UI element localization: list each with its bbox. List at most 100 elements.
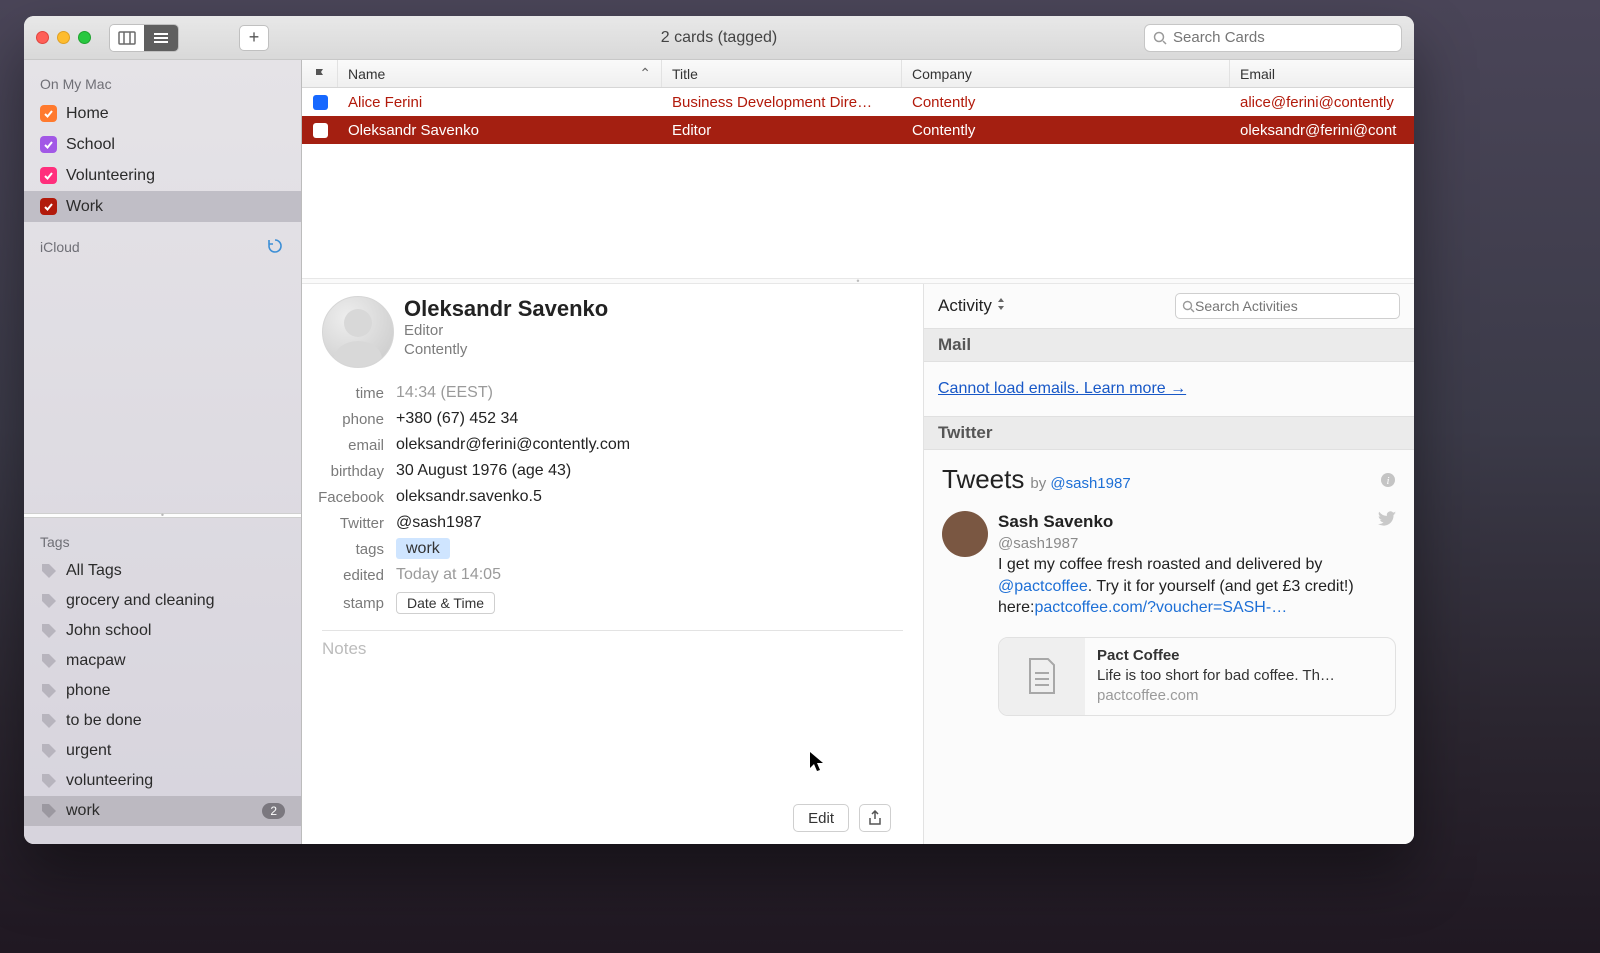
sidebar-item-label: Volunteering xyxy=(66,167,155,185)
column-flag[interactable] xyxy=(302,60,338,87)
tag-icon xyxy=(40,802,58,820)
view-mode-segmented-control[interactable] xyxy=(109,24,179,52)
plus-icon: + xyxy=(249,27,260,48)
row-flag[interactable] xyxy=(302,123,338,138)
twitter-bird-icon xyxy=(1378,511,1396,534)
sidebar-item-label: Home xyxy=(66,105,109,123)
sidebar-item-home[interactable]: Home xyxy=(24,98,301,129)
tag-volunteering[interactable]: volunteering xyxy=(24,766,301,796)
columns-view-button[interactable] xyxy=(110,25,144,51)
traffic-lights xyxy=(36,31,91,44)
table-row[interactable]: Alice Ferini Business Development Dire… … xyxy=(302,88,1414,116)
row-name: Oleksandr Savenko xyxy=(338,122,662,139)
tag-to-be-done[interactable]: to be done xyxy=(24,706,301,736)
card-tag-chip[interactable]: work xyxy=(396,538,450,559)
updown-icon xyxy=(996,296,1006,316)
tag-count-badge: 2 xyxy=(262,803,285,819)
sidebar-tags-header: Tags xyxy=(24,528,301,556)
tag-icon xyxy=(40,592,58,610)
tag-label: John school xyxy=(66,622,151,640)
link-preview-title: Pact Coffee xyxy=(1097,646,1335,666)
activity-selector[interactable]: Activity xyxy=(938,296,1006,316)
sidebar-item-work[interactable]: Work xyxy=(24,191,301,222)
tweet-url-link[interactable]: pactcoffee.com/?voucher=SASH-… xyxy=(1034,599,1287,616)
notes-placeholder[interactable]: Notes xyxy=(302,639,903,659)
card-company: Contently xyxy=(404,341,608,360)
sidebar: On My Mac Home School Volunteering xyxy=(24,60,302,844)
info-icon[interactable]: i xyxy=(1380,472,1396,491)
checkbox-icon xyxy=(40,136,57,153)
row-company: Contently xyxy=(902,122,1230,139)
search-activities-field[interactable] xyxy=(1175,293,1400,319)
tweet-text: I get my coffee fresh roasted and delive… xyxy=(998,554,1396,619)
search-cards-input[interactable] xyxy=(1173,29,1393,46)
tag-label: All Tags xyxy=(66,562,122,580)
tag-icon xyxy=(40,742,58,760)
tweets-handle-link[interactable]: @sash1987 xyxy=(1050,475,1130,492)
stamp-date-time-button[interactable]: Date & Time xyxy=(396,592,495,614)
tag-label: work xyxy=(66,802,100,820)
tag-all-tags[interactable]: All Tags xyxy=(24,556,301,586)
divider xyxy=(322,630,903,631)
share-icon xyxy=(868,810,882,826)
list-lines-icon xyxy=(152,31,170,45)
field-label: email xyxy=(302,437,384,454)
sidebar-item-volunteering[interactable]: Volunteering xyxy=(24,160,301,191)
tag-icon xyxy=(40,622,58,640)
tweet-mention-link[interactable]: @pactcoffee xyxy=(998,578,1088,595)
activity-section-mail: Mail xyxy=(924,328,1414,362)
search-activities-input[interactable] xyxy=(1195,298,1393,314)
search-cards-field[interactable] xyxy=(1144,24,1402,52)
flag-icon xyxy=(315,68,325,80)
edit-button[interactable]: Edit xyxy=(793,804,849,832)
card-role: Editor xyxy=(404,322,608,341)
search-icon xyxy=(1153,31,1167,45)
field-label: edited xyxy=(302,567,384,584)
tag-work[interactable]: work 2 xyxy=(24,796,301,826)
tag-label: grocery and cleaning xyxy=(66,592,215,610)
tag-grocery[interactable]: grocery and cleaning xyxy=(24,586,301,616)
tag-urgent[interactable]: urgent xyxy=(24,736,301,766)
tag-icon xyxy=(40,682,58,700)
link-preview-card[interactable]: Pact Coffee Life is too short for bad co… xyxy=(998,637,1396,716)
columns-icon xyxy=(118,31,136,45)
list-view-button[interactable] xyxy=(144,25,178,51)
list-header-row: Name⌃ Title Company Email xyxy=(302,60,1414,88)
tweet-avatar xyxy=(942,511,988,557)
window-close-button[interactable] xyxy=(36,31,49,44)
window-minimize-button[interactable] xyxy=(57,31,70,44)
tag-icon xyxy=(40,652,58,670)
column-email[interactable]: Email xyxy=(1230,60,1414,87)
table-row[interactable]: Oleksandr Savenko Editor Contently oleks… xyxy=(302,116,1414,144)
add-card-button[interactable]: + xyxy=(239,25,269,51)
tweets-byline: by @sash1987 xyxy=(1030,475,1130,492)
checkbox-icon xyxy=(40,105,57,122)
titlebar: + 2 cards (tagged) xyxy=(24,16,1414,60)
row-flag[interactable] xyxy=(302,95,338,110)
field-value: @sash1987 xyxy=(396,514,482,532)
mail-error-link[interactable]: Cannot load emails. Learn more → xyxy=(924,362,1414,416)
field-label: time xyxy=(302,385,384,402)
field-value: Today at 14:05 xyxy=(396,566,501,584)
window-zoom-button[interactable] xyxy=(78,31,91,44)
sidebar-item-school[interactable]: School xyxy=(24,129,301,160)
tag-john-school[interactable]: John school xyxy=(24,616,301,646)
sidebar-group-header: On My Mac xyxy=(24,70,301,98)
tag-label: phone xyxy=(66,682,111,700)
column-title[interactable]: Title xyxy=(662,60,902,87)
card-detail-panel: Oleksandr Savenko Editor Contently time1… xyxy=(302,284,924,844)
tweet-author-handle: @sash1987 xyxy=(998,534,1396,554)
tag-macpaw[interactable]: macpaw xyxy=(24,646,301,676)
tag-label: macpaw xyxy=(66,652,126,670)
field-value: oleksandr.savenko.5 xyxy=(396,488,542,506)
refresh-icon[interactable] xyxy=(267,238,285,256)
share-button[interactable] xyxy=(859,804,891,832)
field-value: oleksandr@ferini@contently.com xyxy=(396,436,630,454)
row-title: Editor xyxy=(662,122,902,139)
tag-phone[interactable]: phone xyxy=(24,676,301,706)
column-name[interactable]: Name⌃ xyxy=(338,60,662,87)
tweet-item[interactable]: Sash Savenko @sash1987 I get my coffee f… xyxy=(942,511,1396,716)
field-value: 30 August 1976 (age 43) xyxy=(396,462,571,480)
column-company[interactable]: Company xyxy=(902,60,1230,87)
field-label: Twitter xyxy=(302,515,384,532)
